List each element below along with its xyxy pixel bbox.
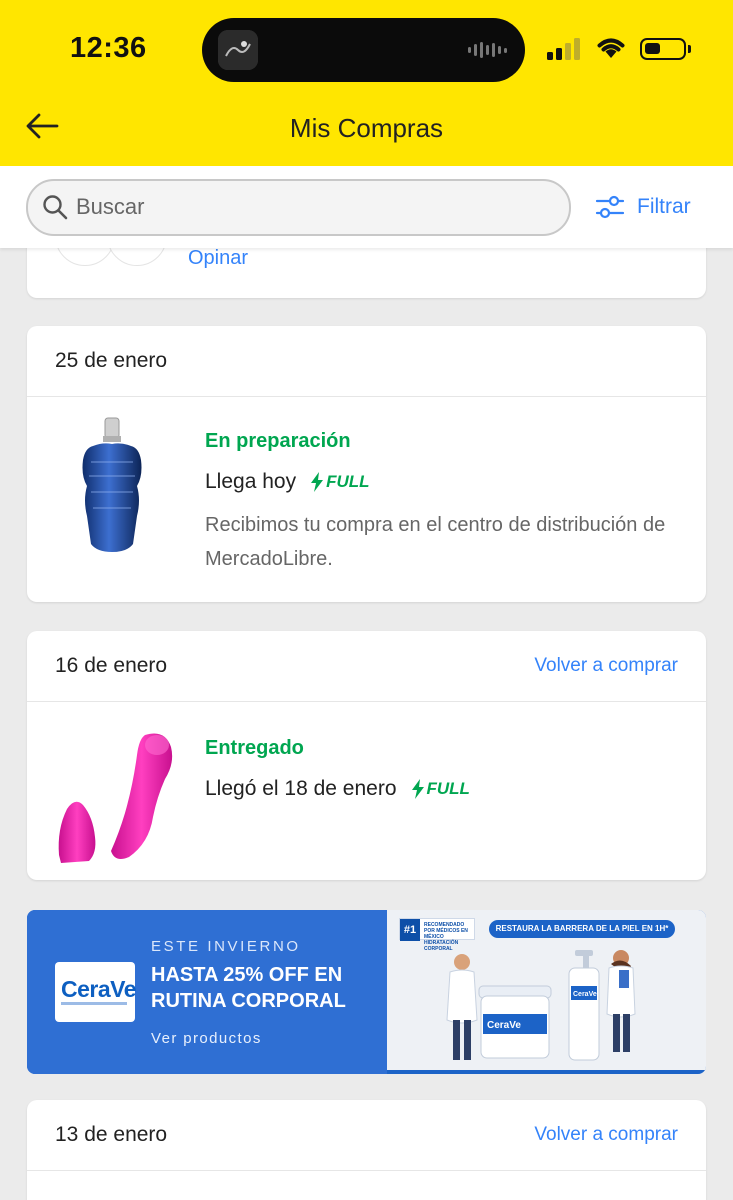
order-date: 25 de enero <box>55 349 168 372</box>
status-time: 12:36 <box>70 32 147 64</box>
rank-badge: #1 RECOMENDADO POR MÉDICOS EN MÉXICO HID… <box>399 918 475 952</box>
banner-text-panel: CeraVe ESTE INVIERNO HASTA 25% OFF EN RU… <box>27 910 387 1074</box>
search-input[interactable] <box>76 189 546 225</box>
battery-icon <box>640 38 686 60</box>
banner-eyebrow: ESTE INVIERNO <box>151 938 301 955</box>
battery-tip <box>688 45 691 53</box>
full-badge: FULL <box>411 779 470 799</box>
page-title: Mis Compras <box>289 113 444 143</box>
banner-image: #1 RECOMENDADO POR MÉDICOS EN MÉXICO HID… <box>387 910 706 1074</box>
top-bar: 12:36 Mis Compras <box>0 0 733 166</box>
delivery-text: Llegó el 18 de enero <box>205 777 397 800</box>
search-icon <box>43 195 68 220</box>
promo-banner[interactable]: CeraVe ESTE INVIERNO HASTA 25% OFF EN RU… <box>27 910 706 1074</box>
opinar-link[interactable]: Opinar <box>188 247 248 270</box>
lightning-icon <box>311 472 324 492</box>
lightning-icon <box>411 779 424 799</box>
dynamic-island <box>202 18 525 82</box>
order-status: En preparación <box>205 430 351 452</box>
order-card-header: 13 de enero Volver a comprar <box>27 1100 706 1171</box>
audio-wave-icon <box>468 41 507 59</box>
order-status: Entregado <box>205 737 304 759</box>
product-jars-illustration: CeraVe CeraVe <box>446 950 636 1061</box>
buy-again-link[interactable]: Volver a comprar <box>534 1124 678 1146</box>
ver-productos-link[interactable]: Ver productos <box>151 1030 262 1047</box>
banner-stripe <box>387 1070 706 1074</box>
svg-text:CeraVe: CeraVe <box>487 1020 521 1031</box>
order-date: 13 de enero <box>55 1123 168 1146</box>
full-badge: FULL <box>310 472 370 492</box>
order-description: Recibimos tu compra en el centro de dist… <box>205 514 666 570</box>
filter-sliders-icon <box>595 195 625 219</box>
filter-label: Filtrar <box>637 195 691 218</box>
wifi-icon <box>597 38 625 58</box>
order-card[interactable]: 25 de enero En preparación Llega hoy FUL… <box>27 326 706 602</box>
delivery-info: Llegó el 18 de enero FULL <box>205 777 470 801</box>
buy-again-link[interactable]: Volver a comprar <box>534 655 678 677</box>
filter-button[interactable]: Filtrar <box>595 194 691 220</box>
now-playing-thumbnail <box>218 30 258 70</box>
cerave-logo: CeraVe <box>55 962 137 1022</box>
order-card-header: 25 de enero <box>27 326 706 397</box>
order-card[interactable]: 13 de enero Volver a comprar <box>27 1100 706 1200</box>
banner-title: HASTA 25% OFF EN RUTINA CORPORAL <box>151 964 346 1012</box>
order-card-header: 16 de enero Volver a comprar <box>27 631 706 702</box>
pink-product-icon <box>58 733 173 863</box>
order-card[interactable]: 16 de enero Volver a comprar Entregado L… <box>27 631 706 880</box>
delivery-info: Llega hoy FULL <box>205 470 370 494</box>
cellular-signal-icon <box>547 38 580 60</box>
order-date: 16 de enero <box>55 654 168 677</box>
perfume-bottle-icon <box>82 417 142 552</box>
search-bar: Filtrar <box>0 166 733 248</box>
banner-pill: RESTAURA LA BARRERA DE LA PIEL EN 1H* <box>489 920 675 938</box>
delivery-text: Llega hoy <box>205 470 297 493</box>
search-field[interactable] <box>26 179 571 236</box>
svg-text:CeraVe: CeraVe <box>573 991 597 998</box>
